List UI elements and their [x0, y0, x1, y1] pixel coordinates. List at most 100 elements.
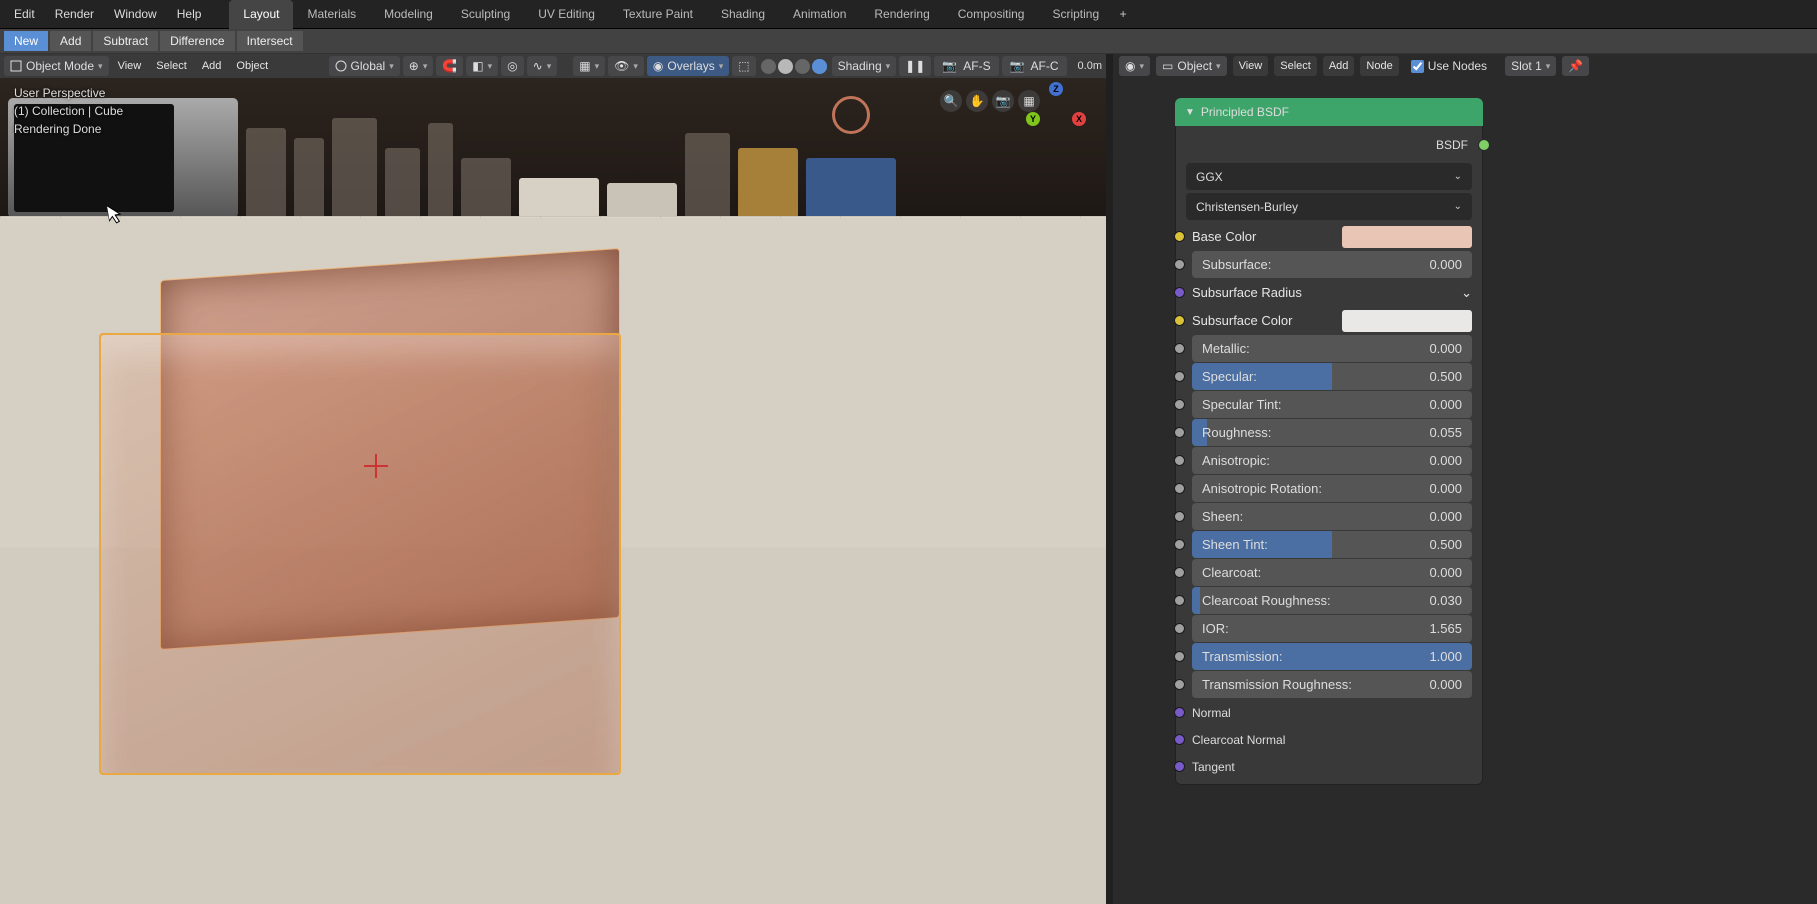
tab-scripting[interactable]: Scripting — [1038, 0, 1113, 29]
af-c-button[interactable]: 📷 AF-C — [1002, 56, 1067, 76]
metallic-slider[interactable]: Metallic:0.000 — [1192, 335, 1472, 362]
tab-texture-paint[interactable]: Texture Paint — [609, 0, 707, 29]
pause-render-button[interactable]: ❚❚ — [899, 56, 931, 76]
ior-slider[interactable]: IOR:1.565 — [1192, 615, 1472, 642]
trans_rough-slider[interactable]: Transmission Roughness:0.000 — [1192, 671, 1472, 698]
normal-socket[interactable] — [1174, 707, 1185, 718]
ss-color-socket[interactable] — [1174, 315, 1185, 326]
orientation-select[interactable]: Global ▾ — [329, 56, 400, 76]
tab-rendering[interactable]: Rendering — [860, 0, 943, 29]
matprev-mode-button[interactable] — [795, 59, 810, 74]
pin-button[interactable]: 📌 — [1562, 56, 1589, 76]
bool-subtract-button[interactable]: Subtract — [93, 31, 158, 51]
aniso_rot-socket[interactable] — [1174, 483, 1185, 494]
transmission-slider[interactable]: Transmission:1.000 — [1192, 643, 1472, 670]
cube-object[interactable] — [100, 264, 640, 784]
tab-shading[interactable]: Shading — [707, 0, 779, 29]
menu-edit[interactable]: Edit — [4, 0, 45, 29]
output-socket[interactable] — [1478, 139, 1490, 151]
metallic-socket[interactable] — [1174, 343, 1185, 354]
gizmo-x-axis[interactable]: X — [1072, 112, 1086, 126]
editor-type-select[interactable]: ▦▾ — [573, 56, 605, 76]
rendered-mode-button[interactable] — [812, 59, 827, 74]
pivot-select[interactable]: ⊕▾ — [403, 56, 434, 76]
viewport-menu-add[interactable]: Add — [196, 56, 228, 76]
viewport-menu-view[interactable]: View — [112, 56, 148, 76]
wireframe-mode-button[interactable] — [761, 59, 776, 74]
spec_tint-slider[interactable]: Specular Tint:0.000 — [1192, 391, 1472, 418]
viewport-menu-select[interactable]: Select — [150, 56, 193, 76]
snap-options[interactable]: ◧▾ — [466, 56, 498, 76]
tab-modeling[interactable]: Modeling — [370, 0, 447, 29]
use-nodes-toggle[interactable]: Use Nodes — [1411, 59, 1487, 73]
tab-materials[interactable]: Materials — [293, 0, 370, 29]
af-s-button[interactable]: 📷 AF-S — [934, 56, 998, 76]
node-menu-select[interactable]: Select — [1274, 56, 1317, 76]
base-color-socket[interactable] — [1174, 231, 1185, 242]
sheen-socket[interactable] — [1174, 511, 1185, 522]
xray-toggle[interactable]: ⬚ — [732, 56, 755, 76]
zoom-tool-button[interactable]: 🔍 — [940, 90, 962, 112]
subsurface-slider[interactable]: Subsurface: 0.000 — [1192, 251, 1472, 278]
spec_tint-socket[interactable] — [1174, 399, 1185, 410]
bool-difference-button[interactable]: Difference — [160, 31, 234, 51]
shader-editor[interactable]: ◉▾ ▭ Object ▾ View Select Add Node Use N… — [1113, 54, 1817, 904]
tab-layout[interactable]: Layout — [229, 0, 293, 29]
snap-toggle[interactable]: 🧲 — [436, 56, 463, 76]
camera-tool-button[interactable]: 📷 — [992, 90, 1014, 112]
clearcoat-socket[interactable] — [1174, 567, 1185, 578]
roughness-socket[interactable] — [1174, 427, 1185, 438]
bool-add-button[interactable]: Add — [50, 31, 91, 51]
menu-window[interactable]: Window — [104, 0, 167, 29]
viewport-canvas[interactable] — [0, 78, 1106, 904]
tab-uv[interactable]: UV Editing — [524, 0, 609, 29]
aniso-socket[interactable] — [1174, 455, 1185, 466]
menu-render[interactable]: Render — [45, 0, 104, 29]
pan-tool-button[interactable]: ✋ — [966, 90, 988, 112]
tab-compositing[interactable]: Compositing — [944, 0, 1039, 29]
clearcoat-slider[interactable]: Clearcoat:0.000 — [1192, 559, 1472, 586]
gizmo-z-axis[interactable]: Z — [1049, 82, 1063, 96]
ior-socket[interactable] — [1174, 623, 1185, 634]
add-workspace-button[interactable]: + — [1113, 0, 1133, 29]
bool-intersect-button[interactable]: Intersect — [237, 31, 303, 51]
gizmo-y-axis[interactable]: Y — [1026, 112, 1040, 126]
area-splitter[interactable] — [1106, 54, 1113, 904]
node-header[interactable]: ▼ Principled BSDF — [1175, 98, 1483, 126]
3d-viewport[interactable]: Object Mode ▾ View Select Add Object Glo… — [0, 54, 1106, 904]
use-nodes-checkbox[interactable] — [1411, 60, 1424, 73]
sheen-slider[interactable]: Sheen:0.000 — [1192, 503, 1472, 530]
ss-color-swatch[interactable] — [1342, 310, 1472, 332]
cc_rough-slider[interactable]: Clearcoat Roughness:0.030 — [1192, 587, 1472, 614]
chevron-down-icon[interactable]: ⌄ — [1461, 285, 1472, 301]
specular-slider[interactable]: Specular:0.500 — [1192, 363, 1472, 390]
subsurface-method-select[interactable]: Christensen-Burley ⌄ — [1186, 193, 1472, 220]
proportional-toggle[interactable]: ◎ — [501, 56, 523, 76]
specular-socket[interactable] — [1174, 371, 1185, 382]
bool-new-button[interactable]: New — [4, 31, 48, 51]
tangent-socket[interactable] — [1174, 761, 1185, 772]
viewport-menu-object[interactable]: Object — [230, 56, 274, 76]
base-color-swatch[interactable] — [1342, 226, 1472, 248]
mode-select[interactable]: Object Mode ▾ — [4, 56, 109, 76]
visibility-select[interactable]: 👁▾ — [608, 56, 644, 76]
data-type-select[interactable]: ▭ Object ▾ — [1156, 56, 1227, 76]
solid-mode-button[interactable] — [778, 59, 793, 74]
overlays-toggle[interactable]: ◉ Overlays ▾ — [647, 56, 729, 76]
tab-animation[interactable]: Animation — [779, 0, 860, 29]
cc_rough-socket[interactable] — [1174, 595, 1185, 606]
trans_rough-socket[interactable] — [1174, 679, 1185, 690]
bsdf-output[interactable]: BSDF — [1176, 130, 1482, 160]
node-menu-view[interactable]: View — [1233, 56, 1269, 76]
material-slot-select[interactable]: Slot 1 ▾ — [1505, 56, 1556, 76]
node-menu-node[interactable]: Node — [1360, 56, 1398, 76]
shading-options[interactable]: Shading ▾ — [832, 56, 897, 76]
roughness-slider[interactable]: Roughness:0.055 — [1192, 419, 1472, 446]
ss-radius-socket[interactable] — [1174, 287, 1185, 298]
proportional-options[interactable]: ∿▾ — [527, 56, 558, 76]
sheen_tint-socket[interactable] — [1174, 539, 1185, 550]
sheen_tint-slider[interactable]: Sheen Tint:0.500 — [1192, 531, 1472, 558]
node-menu-add[interactable]: Add — [1323, 56, 1355, 76]
transmission-socket[interactable] — [1174, 651, 1185, 662]
tab-sculpting[interactable]: Sculpting — [447, 0, 524, 29]
